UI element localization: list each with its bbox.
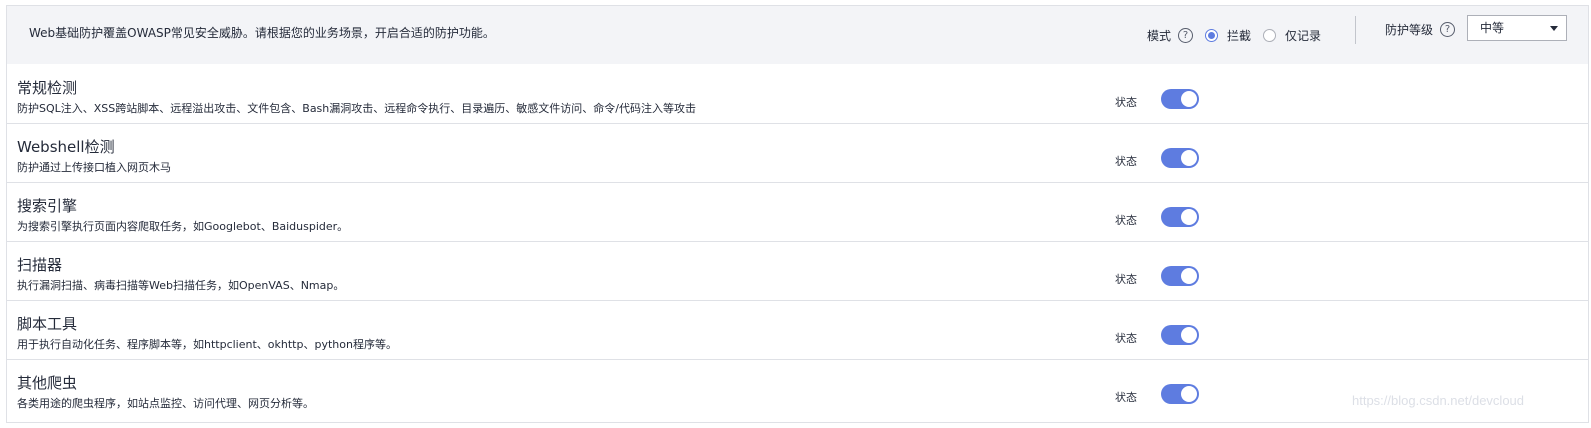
header-description: Web基础防护覆盖OWASP常见安全威胁。请根据您的业务场景，开启合适的防护功能… xyxy=(29,26,495,40)
protection-header: Web基础防护覆盖OWASP常见安全威胁。请根据您的业务场景，开启合适的防护功能… xyxy=(7,6,1588,64)
rule-status-toggle[interactable] xyxy=(1161,148,1199,168)
rule-description: 为搜索引擎执行页面内容爬取任务，如Googlebot、Baiduspider。 xyxy=(17,220,349,233)
protection-level-group: 防护等级 ? xyxy=(1385,6,1456,52)
rule-description: 防护通过上传接口植入网页木马 xyxy=(17,161,171,174)
protection-level-select[interactable]: 中等 xyxy=(1467,15,1567,41)
rule-description: 防护SQL注入、XSS跨站脚本、远程溢出攻击、文件包含、Bash漏洞攻击、远程命… xyxy=(17,102,696,115)
protection-level-label: 防护等级 xyxy=(1385,22,1434,37)
protection-level-value: 中等 xyxy=(1480,21,1505,35)
protection-panel: Web基础防护覆盖OWASP常见安全威胁。请根据您的业务场景，开启合适的防护功能… xyxy=(6,5,1589,423)
rule-status-toggle[interactable] xyxy=(1161,266,1199,286)
mode-block-label[interactable]: 拦截 xyxy=(1227,27,1251,44)
watermark: https://blog.csdn.net/devcloud xyxy=(1352,393,1525,408)
rule-row-search-engine: 搜索引擎 为搜索引擎执行页面内容爬取任务，如Googlebot、Baiduspi… xyxy=(7,183,1588,242)
rule-status-toggle[interactable] xyxy=(1161,207,1199,227)
rule-title: 常规检测 xyxy=(17,79,78,97)
mode-selector: 模式 ? 拦截 仅记录 xyxy=(1147,6,1321,64)
rule-description: 用于执行自动化任务、程序脚本等，如httpclient、okhttp、pytho… xyxy=(17,338,397,351)
mode-log-only-radio[interactable] xyxy=(1263,28,1277,42)
mode-block-radio[interactable] xyxy=(1205,28,1219,42)
mode-help-icon[interactable]: ? xyxy=(1178,27,1194,43)
rule-status-label: 状态 xyxy=(1115,391,1137,404)
rule-status-label: 状态 xyxy=(1115,96,1137,109)
rule-row-general: 常规检测 防护SQL注入、XSS跨站脚本、远程溢出攻击、文件包含、Bash漏洞攻… xyxy=(7,65,1588,124)
rule-title: 搜索引擎 xyxy=(17,197,78,215)
level-help-icon[interactable]: ? xyxy=(1440,21,1456,37)
rule-status-toggle[interactable] xyxy=(1161,384,1199,404)
rule-status-toggle[interactable] xyxy=(1161,325,1199,345)
header-divider xyxy=(1355,16,1356,44)
rule-row-scanner: 扫描器 执行漏洞扫描、病毒扫描等Web扫描任务，如OpenVAS、Nmap。 状… xyxy=(7,242,1588,301)
rule-title: 其他爬虫 xyxy=(17,374,78,392)
rule-status-label: 状态 xyxy=(1115,273,1137,286)
rule-title: 扫描器 xyxy=(17,256,63,274)
rule-status-label: 状态 xyxy=(1115,332,1137,345)
rule-title: 脚本工具 xyxy=(17,315,78,333)
mode-label: 模式 xyxy=(1147,28,1172,43)
rule-row-other-crawlers: 其他爬虫 各类用途的爬虫程序，如站点监控、访问代理、网页分析等。 状态 xyxy=(7,360,1588,419)
rule-description: 执行漏洞扫描、病毒扫描等Web扫描任务，如OpenVAS、Nmap。 xyxy=(17,279,345,292)
rule-status-label: 状态 xyxy=(1115,155,1137,168)
rule-status-toggle[interactable] xyxy=(1161,89,1199,109)
rule-description: 各类用途的爬虫程序，如站点监控、访问代理、网页分析等。 xyxy=(17,397,314,410)
rule-row-script-tools: 脚本工具 用于执行自动化任务、程序脚本等，如httpclient、okhttp、… xyxy=(7,301,1588,360)
mode-log-only-label[interactable]: 仅记录 xyxy=(1285,27,1321,44)
rule-title: Webshell检测 xyxy=(17,138,115,156)
chevron-down-icon xyxy=(1550,26,1558,31)
rule-status-label: 状态 xyxy=(1115,214,1137,227)
rule-row-webshell: Webshell检测 防护通过上传接口植入网页木马 状态 xyxy=(7,124,1588,183)
